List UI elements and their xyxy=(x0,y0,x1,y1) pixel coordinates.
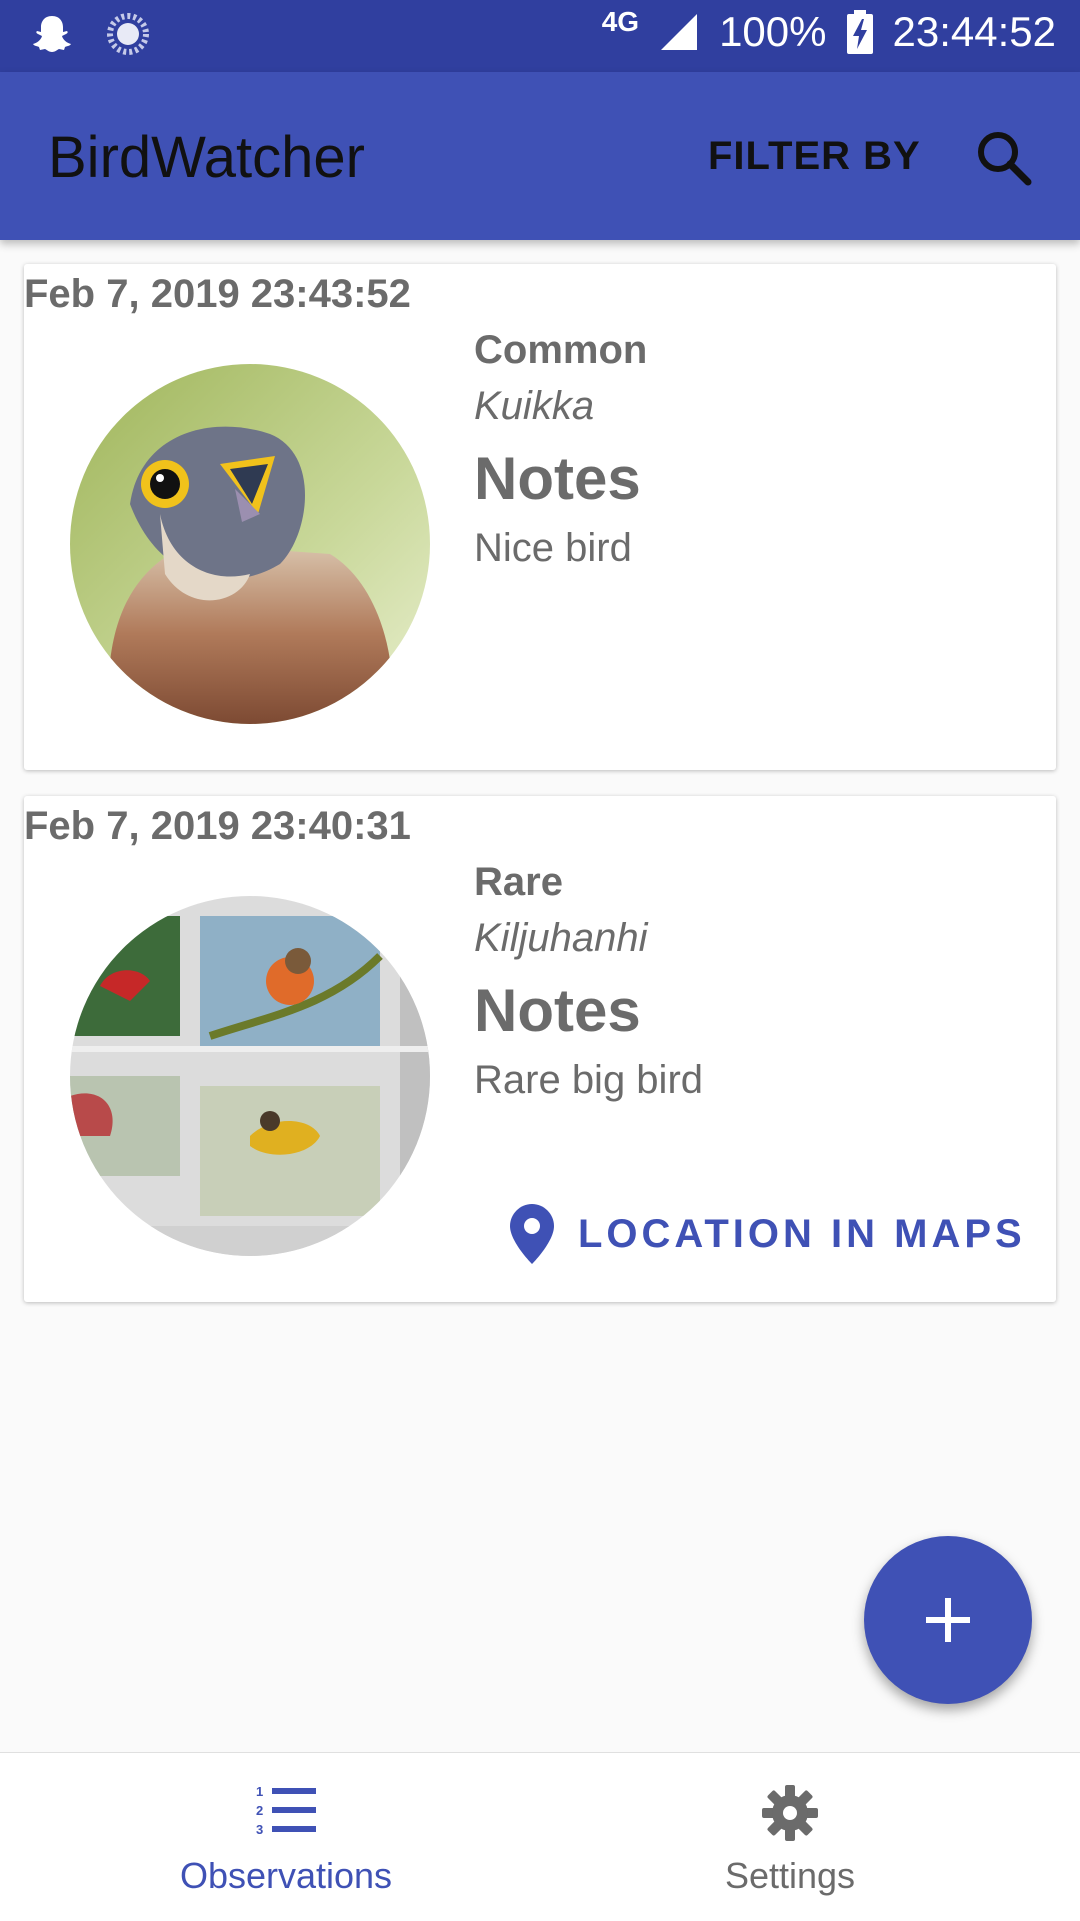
location-label: LOCATION IN MAPS xyxy=(578,1211,1026,1256)
notes-heading: Notes xyxy=(474,977,641,1044)
status-bar: 4G 100% 23:44:52 xyxy=(0,0,1080,72)
add-observation-button[interactable] xyxy=(864,1536,1032,1704)
search-button[interactable] xyxy=(972,126,1036,190)
gear-icon xyxy=(762,1785,818,1841)
plus-icon xyxy=(926,1598,970,1642)
nav-label-settings: Settings xyxy=(724,1855,856,1896)
svg-text:2: 2 xyxy=(256,1803,263,1818)
observation-card[interactable]: Feb 7, 2019 23:40:31 Rare Kiljuhanhi Not… xyxy=(24,796,1056,1302)
species-name: Kiljuhanhi xyxy=(474,916,648,960)
nav-item-settings[interactable]: Settings xyxy=(520,1753,1060,1921)
sync-icon xyxy=(107,13,149,55)
observation-card[interactable]: Feb 7, 2019 23:43:52 Common Kuikka Notes… xyxy=(24,264,1056,770)
observation-date: Feb 7, 2019 23:43:52 xyxy=(24,272,411,316)
list-numbered-icon: 1 2 3 xyxy=(256,1784,316,1837)
filter-by-button[interactable]: FILTER BY xyxy=(708,134,921,179)
bottom-navigation: 1 2 3 Observations Settings xyxy=(0,1752,1080,1921)
network-type: 4G xyxy=(601,6,640,37)
app-bar: BirdWatcher FILTER BY xyxy=(0,72,1080,240)
battery-percent: 100% xyxy=(719,8,827,55)
map-pin-icon xyxy=(510,1204,554,1264)
battery-charging-icon xyxy=(846,10,873,54)
search-icon xyxy=(978,132,1032,186)
nav-item-observations[interactable]: 1 2 3 Observations xyxy=(16,1753,556,1921)
rarity-label: Common xyxy=(474,328,648,372)
species-name: Kuikka xyxy=(474,384,595,428)
observation-date: Feb 7, 2019 23:40:31 xyxy=(24,804,411,848)
app-title: BirdWatcher xyxy=(48,125,365,190)
notes-text: Nice bird xyxy=(474,526,632,570)
location-in-maps-button[interactable]: LOCATION IN MAPS xyxy=(510,1204,1026,1264)
signal-icon xyxy=(661,14,698,50)
bird-photo xyxy=(70,896,430,1256)
notes-heading: Notes xyxy=(474,445,641,512)
svg-text:1: 1 xyxy=(256,1784,263,1799)
bird-photo xyxy=(70,364,430,724)
svg-text:3: 3 xyxy=(256,1822,263,1835)
snapchat-icon xyxy=(33,16,71,52)
notes-text: Rare big bird xyxy=(474,1058,704,1102)
nav-label-observations: Observations xyxy=(179,1855,393,1896)
rarity-label: Rare xyxy=(474,860,563,904)
clock: 23:44:52 xyxy=(892,8,1057,55)
